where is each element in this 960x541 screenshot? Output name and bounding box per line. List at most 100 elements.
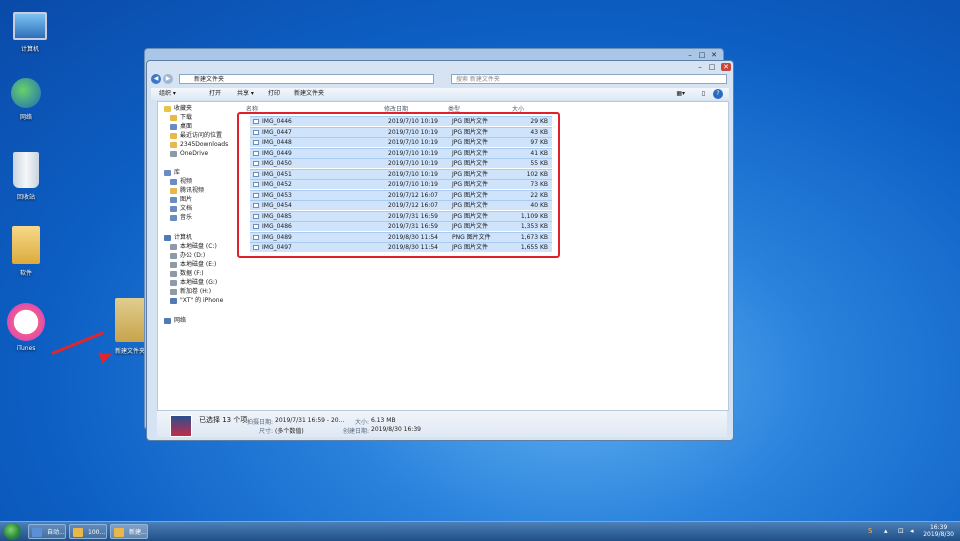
start-button[interactable] [4, 523, 21, 540]
clock-time: 16:39 [929, 524, 948, 531]
nav-item[interactable]: 最近访问的位置 [170, 131, 222, 140]
back-icon[interactable]: ◀ [151, 74, 161, 84]
nav-item[interactable]: 数据 (F:) [170, 269, 204, 278]
navigation-pane: 收藏夹 下载 桌面 最近访问的位置 2345Downloads OneDrive… [158, 102, 238, 410]
help-icon[interactable]: ? [713, 89, 723, 99]
nav-item[interactable]: 音乐 [170, 213, 192, 222]
desktop-icon-label: 网络 [19, 114, 32, 121]
desktop-icon-label: 回收站 [16, 194, 35, 201]
drive-icon [170, 243, 177, 250]
nav-item[interactable]: 本地磁盘 (C:) [170, 242, 217, 251]
input-method-icon[interactable]: S [868, 527, 872, 535]
folder-icon [170, 187, 177, 194]
music-icon [170, 214, 177, 221]
preview-pane-icon[interactable]: ▯ [702, 88, 705, 100]
drive-icon [170, 252, 177, 259]
phone-icon [170, 297, 177, 304]
created-label: 创建日期: [343, 428, 370, 435]
recent-places-icon [170, 132, 177, 139]
computer-icon [13, 12, 47, 40]
address-bar[interactable]: 新建文件夹 [179, 74, 434, 84]
network-icon [164, 317, 171, 324]
itunes-icon [7, 303, 45, 341]
show-hidden-icons[interactable]: ▴ [884, 527, 888, 535]
maximize-icon[interactable]: □ [697, 51, 707, 59]
taskbar-button[interactable]: 新建... [110, 524, 148, 539]
drive-icon [170, 279, 177, 286]
print-button[interactable]: 打印 [268, 88, 280, 100]
nav-network[interactable]: 网络 [164, 316, 186, 325]
pictures-icon [170, 196, 177, 203]
address-text: 新建文件夹 [194, 76, 225, 83]
nav-item[interactable]: 图片 [170, 195, 192, 204]
taskbar-button[interactable]: 100... [69, 524, 107, 539]
network-tray-icon[interactable]: ⊡ [898, 527, 904, 535]
dims-value: (多个数值) [275, 428, 304, 435]
nav-item[interactable]: 桌面 [170, 122, 192, 131]
nav-item[interactable]: "XT" 的 iPhone [170, 296, 223, 305]
drive-icon [170, 288, 177, 295]
minimize-icon[interactable]: – [685, 51, 695, 59]
annotation-arrow [51, 331, 105, 355]
size-label: 大小: [355, 419, 370, 426]
taskbar: 自动... 100... 新建... S ▴ ⊡ ◂ 16:39 2019/8/… [0, 521, 960, 541]
nav-library[interactable]: 库 [164, 168, 180, 177]
nav-item[interactable]: 本地磁盘 (G:) [170, 278, 217, 287]
dims-label: 尺寸: [259, 428, 274, 435]
selected-count: 已选择 13 个项 [199, 416, 248, 424]
desktop-icon-computer[interactable]: 计算机 [0, 12, 60, 53]
desktop-icon-network[interactable]: 网络 [0, 78, 56, 121]
documents-icon [170, 205, 177, 212]
computer-icon [164, 234, 171, 241]
folder-icon [170, 141, 177, 148]
desktop-icon-recycle-bin[interactable]: 回收站 [0, 152, 56, 201]
open-button[interactable]: 打开 [209, 88, 221, 100]
network-icon [11, 78, 41, 108]
clock[interactable]: 16:39 2019/8/30 [923, 524, 954, 538]
shot-date-label: 拍摄日期: [247, 419, 274, 426]
new-folder-button[interactable]: 新建文件夹 [294, 88, 324, 100]
nav-item[interactable]: 本地磁盘 (E:) [170, 260, 216, 269]
desktop-icon-software[interactable]: 软件 [0, 226, 56, 277]
nav-item[interactable]: OneDrive [170, 149, 208, 158]
nav-item[interactable]: 办公 (D:) [170, 251, 205, 260]
command-bar: 组织 ▾ 打开 共享 ▾ 打印 新建文件夹 ▦▾ ▯ ? [151, 88, 729, 100]
taskbar-button[interactable]: 自动... [28, 524, 66, 539]
close-icon[interactable]: ✕ [709, 51, 719, 59]
nav-computer[interactable]: 计算机 [164, 233, 192, 242]
app-icon [32, 528, 42, 537]
folder-icon [12, 226, 40, 264]
nav-item[interactable]: 下载 [170, 113, 192, 122]
nav-item[interactable]: 视频 [170, 177, 192, 186]
size-value: 6.13 MB [371, 417, 396, 424]
desktop-icon-itunes[interactable]: iTunes [0, 303, 56, 352]
share-button[interactable]: 共享 ▾ [237, 88, 254, 100]
minimize-icon[interactable]: – [695, 63, 705, 71]
selection-thumbnail [170, 415, 192, 437]
forward-icon[interactable]: ▶ [163, 74, 173, 84]
desktop-icon-label: 软件 [19, 270, 32, 277]
organize-button[interactable]: 组织 ▾ [159, 88, 176, 100]
created-value: 2019/8/30 16:39 [371, 426, 421, 433]
details-pane: 已选择 13 个项 拍摄日期: 2019/7/31 16:59 - 20... … [157, 411, 727, 437]
folder-icon [73, 528, 83, 537]
maximize-icon[interactable]: □ [707, 63, 717, 71]
desktop-icon-label: 新建文件夹 [114, 348, 145, 355]
nav-item[interactable]: 文档 [170, 204, 192, 213]
nav-favorites[interactable]: 收藏夹 [164, 104, 192, 113]
drive-icon [170, 270, 177, 277]
search-input[interactable]: 搜索 新建文件夹 [451, 74, 727, 84]
clock-date: 2019/8/30 [923, 531, 954, 538]
drive-icon [170, 261, 177, 268]
close-icon[interactable]: ✕ [721, 63, 731, 71]
nav-item[interactable]: 新加卷 (H:) [170, 287, 211, 296]
folder-icon [114, 528, 124, 537]
volume-icon[interactable]: ◂ [910, 527, 914, 535]
shot-date-value: 2019/7/31 16:59 - 20... [275, 417, 345, 424]
address-row: ◀ ▶ 新建文件夹 搜索 新建文件夹 [151, 74, 729, 86]
highlight-box [237, 112, 560, 258]
view-options-icon[interactable]: ▦▾ [676, 88, 685, 100]
nav-item[interactable]: 腾讯视频 [170, 186, 204, 195]
title-bar[interactable]: – □ ✕ [147, 61, 733, 73]
nav-item[interactable]: 2345Downloads [170, 140, 228, 149]
